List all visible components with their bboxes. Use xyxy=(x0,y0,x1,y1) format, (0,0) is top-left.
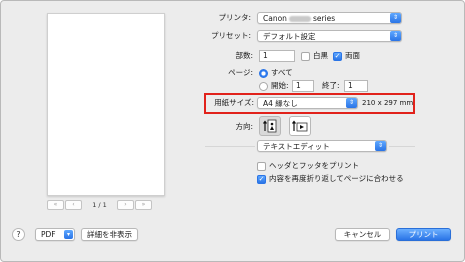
header-footer-label: ヘッダとフッタをプリント xyxy=(269,161,359,170)
pages-label: ページ: xyxy=(228,68,253,77)
separator-right xyxy=(389,146,415,147)
checkmark-icon: ✓ xyxy=(334,52,341,60)
header-footer-checkbox[interactable] xyxy=(257,162,266,171)
copies-label: 部数: xyxy=(235,51,253,60)
cancel-button[interactable]: キャンセル xyxy=(335,228,390,241)
help-button[interactable]: ? xyxy=(12,228,25,241)
pages-from-label: 開始: xyxy=(271,81,289,90)
page-preview xyxy=(47,13,165,196)
printer-label: プリンタ: xyxy=(218,13,251,22)
up-down-chevron-icon: ⇕ xyxy=(390,31,401,41)
portrait-button[interactable] xyxy=(259,116,281,136)
orientation-label: 方向: xyxy=(235,122,253,131)
paper-size-value: A4 縁なし xyxy=(263,98,298,108)
chevron-right-icon: › xyxy=(124,201,127,208)
chevron-down-icon: ▾ xyxy=(64,230,73,239)
chevron-left-icon: ‹ xyxy=(72,201,75,208)
duplex-checkbox[interactable]: ✓ xyxy=(333,52,342,61)
portrait-icon xyxy=(263,119,277,133)
paper-dimensions: 210 x 297 mm xyxy=(362,99,414,107)
double-chevron-left-icon: « xyxy=(53,201,58,208)
printer-select[interactable]: Canon series ⇕ xyxy=(257,12,402,24)
pages-to-input[interactable]: 1 xyxy=(344,80,368,92)
bw-label: 白黒 xyxy=(313,51,328,60)
preview-pager: « ‹ 1 / 1 › » xyxy=(47,199,184,211)
pages-range-radio[interactable] xyxy=(259,82,268,91)
checkmark-icon: ✓ xyxy=(258,175,265,183)
pages-all-label: すべて xyxy=(271,68,293,77)
up-down-chevron-icon: ⇕ xyxy=(346,98,357,108)
app-options-select[interactable]: テキストエディット ⇕ xyxy=(257,140,387,152)
printer-name-suffix: series xyxy=(312,13,336,23)
next-page-button[interactable]: › xyxy=(117,200,134,210)
rewrap-label: 内容を再度折り返してページに合わせる xyxy=(269,174,404,183)
separator-left xyxy=(205,146,255,147)
app-options-value: テキストエディット xyxy=(263,141,330,151)
pdf-label: PDF xyxy=(41,230,56,239)
print-button[interactable]: プリント xyxy=(396,228,451,241)
printer-name-prefix: Canon xyxy=(263,13,287,23)
print-dialog: « ‹ 1 / 1 › » プリンタ: Canon series ⇕ プリセット:… xyxy=(0,0,465,262)
landscape-icon xyxy=(292,120,308,132)
copies-input[interactable]: 1 xyxy=(259,50,295,62)
pages-from-input[interactable]: 1 xyxy=(292,80,314,92)
paper-size-label: 用紙サイズ: xyxy=(214,98,254,107)
preset-label: プリセット: xyxy=(210,31,251,40)
preset-select[interactable]: デフォルト設定 ⇕ xyxy=(257,30,402,42)
duplex-label: 両面 xyxy=(345,51,360,60)
prev-page-button[interactable]: ‹ xyxy=(65,200,82,210)
bw-checkbox[interactable] xyxy=(301,52,310,61)
up-down-chevron-icon: ⇕ xyxy=(375,141,386,151)
page-count: 1 / 1 xyxy=(92,201,107,209)
hide-details-button[interactable]: 詳細を非表示 xyxy=(81,228,138,241)
up-down-chevron-icon: ⇕ xyxy=(390,13,401,23)
last-page-button[interactable]: » xyxy=(135,200,152,210)
printer-model-redacted xyxy=(288,15,311,22)
rewrap-checkbox[interactable]: ✓ xyxy=(257,175,266,184)
first-page-button[interactable]: « xyxy=(47,200,64,210)
preset-value: デフォルト設定 xyxy=(263,31,316,41)
pdf-menu-button[interactable]: PDF ▾ xyxy=(35,228,75,241)
landscape-button[interactable] xyxy=(289,116,311,136)
paper-size-select[interactable]: A4 縁なし ⇕ xyxy=(257,97,358,109)
double-chevron-right-icon: » xyxy=(141,201,146,208)
pages-to-label: 終了: xyxy=(322,81,340,90)
pages-all-radio[interactable] xyxy=(259,69,268,78)
